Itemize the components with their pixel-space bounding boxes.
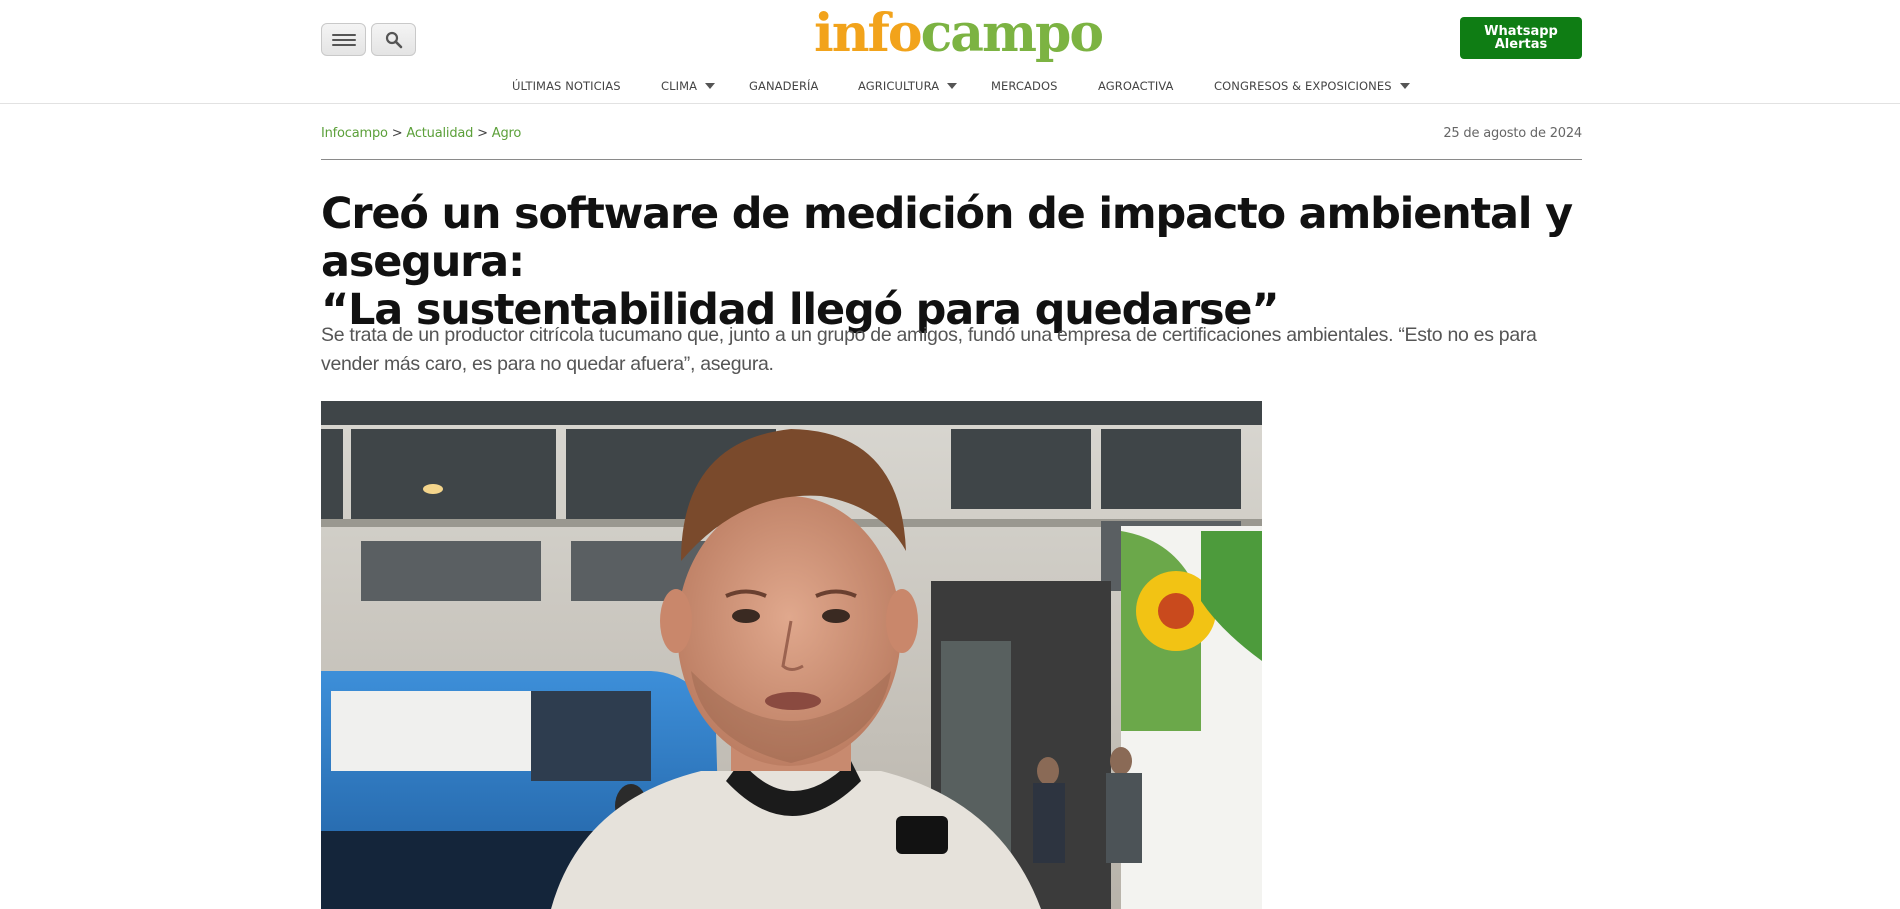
nav-item-label: ÚLTIMAS NOTICIAS [512, 79, 621, 93]
search-icon [385, 31, 402, 48]
nav-item-label: AGRICULTURA [858, 79, 940, 93]
breadcrumb-separator: > [391, 126, 403, 141]
article-title: Creó un software de medición de impacto … [321, 190, 1591, 334]
nav-item-label: GANADERÍA [749, 79, 819, 93]
breadcrumb: Infocampo > Actualidad > Agro [321, 126, 521, 141]
nav-item-label: CLIMA [661, 79, 698, 93]
nav-item-agricultura[interactable]: AGRICULTURA [858, 79, 958, 93]
nav-item-label: CONGRESOS & EXPOSICIONES [1214, 79, 1392, 93]
divider [321, 159, 1582, 160]
whatsapp-button-line2: Alertas [1494, 37, 1548, 52]
dropdown-caret-icon [705, 83, 716, 89]
breadcrumb-item-actualidad[interactable]: Actualidad [406, 126, 473, 141]
logo-info-text: info [814, 3, 923, 64]
site-logo[interactable]: infocampo [814, 3, 1104, 64]
article-lede: Se trata de un productor citrícola tucum… [321, 324, 1537, 375]
breadcrumb-item-agro[interactable]: Agro [492, 126, 522, 141]
article-main-photo[interactable] [321, 401, 1262, 909]
nav-item-label: AGROACTIVA [1098, 79, 1174, 93]
photo-illustration [321, 401, 1262, 909]
nav-item-agroactiva[interactable]: AGROACTIVA [1098, 79, 1174, 93]
logo-campo-text: campo [920, 3, 1104, 64]
site-header: infocampo Whatsapp Alertas ÚLTIMAS NOTIC… [0, 0, 1900, 104]
dropdown-caret-icon [947, 83, 958, 89]
nav-item-mercados[interactable]: MERCADOS [991, 79, 1058, 93]
article-title-line1: Creó un software de medición de impacto … [321, 189, 1573, 287]
breadcrumb-separator: > [477, 126, 488, 141]
menu-button[interactable] [321, 23, 366, 56]
breadcrumb-item-infocampo[interactable]: Infocampo [321, 126, 388, 141]
nav-item-ganaderia[interactable]: GANADERÍA [749, 79, 819, 93]
nav-item-label: MERCADOS [991, 79, 1058, 93]
article-date: 25 de agosto de 2024 [1443, 126, 1582, 141]
nav-item-congresos-exposiciones[interactable]: CONGRESOS & EXPOSICIONES [1214, 79, 1410, 93]
dropdown-caret-icon [1399, 83, 1410, 89]
main-nav: ÚLTIMAS NOTICIAS CLIMA GANADERÍA AGRICUL… [0, 76, 1900, 100]
nav-item-clima[interactable]: CLIMA [661, 79, 716, 93]
search-button[interactable] [371, 23, 416, 56]
nav-item-ultimas-noticias[interactable]: ÚLTIMAS NOTICIAS [512, 79, 621, 93]
hamburger-menu-icon [331, 33, 356, 46]
whatsapp-alerts-button[interactable]: Whatsapp Alertas [1460, 17, 1582, 59]
